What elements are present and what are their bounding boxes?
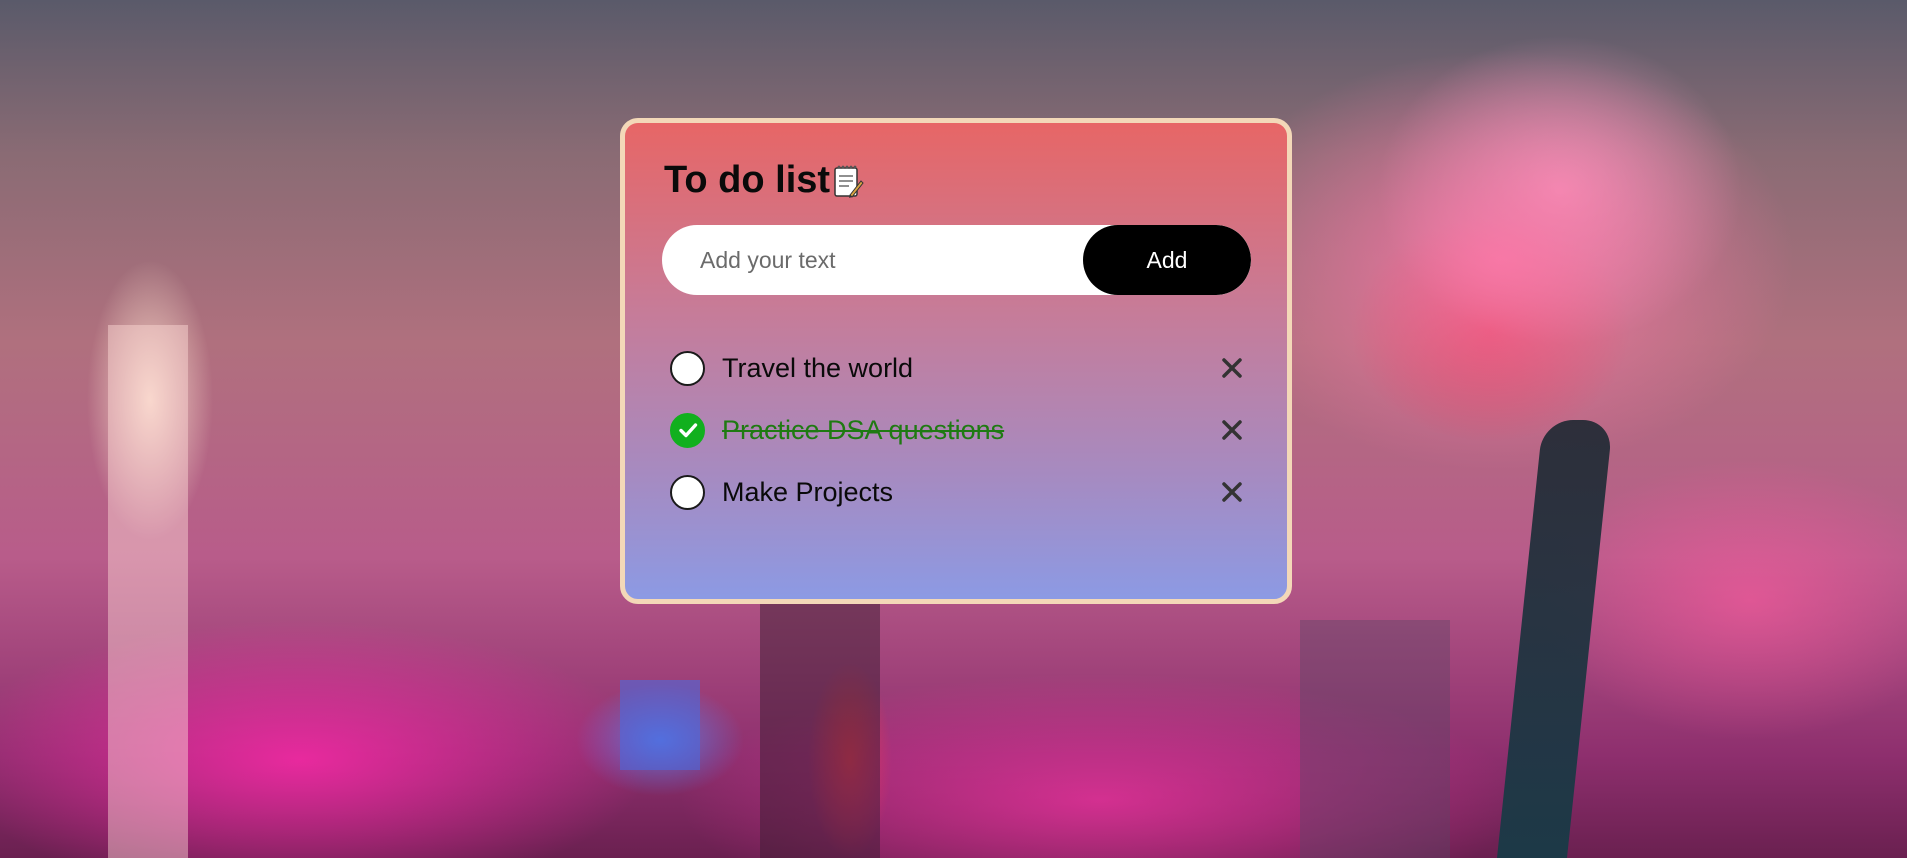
task-list: Travel the world Practice DSA questions — [670, 337, 1250, 523]
add-task-row: Add — [662, 225, 1251, 295]
notepad-icon — [832, 163, 864, 199]
close-icon[interactable] — [1214, 350, 1250, 386]
background-building — [760, 600, 880, 858]
background-building — [1300, 620, 1450, 858]
title-text: To do list — [664, 159, 831, 201]
task-item[interactable]: Practice DSA questions — [670, 399, 1250, 461]
close-icon[interactable] — [1214, 474, 1250, 510]
background-tree — [1496, 420, 1614, 858]
empty-circle-icon[interactable] — [670, 350, 705, 386]
close-icon[interactable] — [1214, 412, 1250, 448]
task-text: Travel the world — [722, 352, 914, 383]
task-item[interactable]: Travel the world — [670, 337, 1250, 399]
check-circle-icon[interactable] — [670, 412, 705, 448]
task-text: Practice DSA questions — [722, 414, 1005, 445]
page-title: To do list — [664, 159, 864, 202]
task-item[interactable]: Make Projects — [670, 461, 1250, 523]
background-building — [620, 680, 700, 770]
task-text: Make Projects — [722, 476, 894, 507]
todo-card: To do list Add Travel the worl — [620, 118, 1292, 604]
empty-circle-icon[interactable] — [670, 474, 705, 510]
task-input[interactable] — [662, 225, 1082, 295]
background-building — [108, 325, 188, 858]
add-button[interactable]: Add — [1083, 225, 1251, 295]
